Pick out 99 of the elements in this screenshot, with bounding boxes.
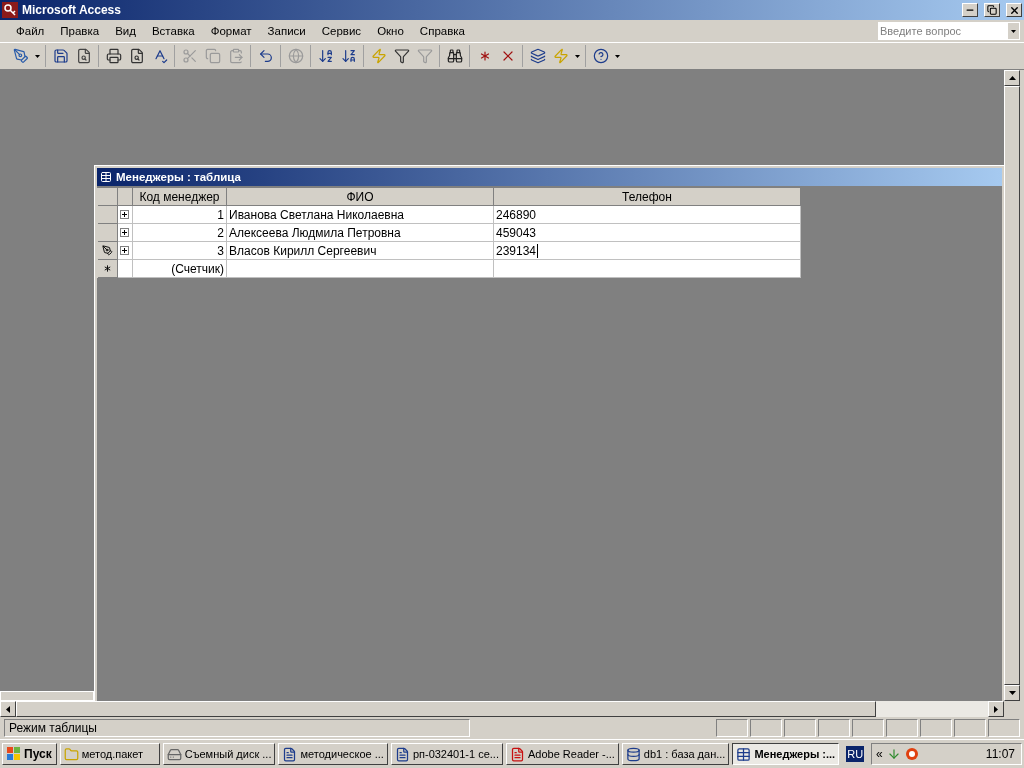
document-icon xyxy=(282,746,298,762)
window-title: Менеджеры : таблица xyxy=(116,171,241,183)
column-header[interactable]: ФИО xyxy=(227,188,494,206)
restore-button[interactable] xyxy=(984,3,1000,17)
dropdown-button[interactable] xyxy=(1008,22,1020,40)
table-cell: Алексеева Людмила Петровна xyxy=(227,224,494,242)
caret-icon xyxy=(614,54,620,58)
language-indicator[interactable]: RU xyxy=(846,746,865,762)
magnifier-icon xyxy=(128,48,145,64)
pen-icon xyxy=(12,48,29,64)
copy-icon xyxy=(204,48,221,64)
expand-icon[interactable] xyxy=(120,228,129,237)
document-icon xyxy=(509,746,525,762)
tray-expand-button[interactable]: « xyxy=(876,747,883,761)
undo-icon xyxy=(257,48,274,64)
column-header[interactable]: Телефон xyxy=(494,188,801,206)
table-cell: Власов Кирилл Сергеевич xyxy=(227,242,494,260)
taskbar-button[interactable]: методическое ... xyxy=(278,743,388,765)
table-icon xyxy=(100,171,112,183)
close-icon xyxy=(1008,4,1020,16)
start-button[interactable]: Пуск xyxy=(2,743,57,765)
menu-item[interactable]: Записи xyxy=(259,23,314,39)
status-pane xyxy=(818,719,850,737)
pencil-icon xyxy=(102,245,113,256)
right-arrow-icon xyxy=(994,705,998,713)
window-title: Microsoft Access xyxy=(22,3,122,17)
status-pane xyxy=(852,719,884,737)
table-icon xyxy=(736,746,752,762)
taskbar-button[interactable]: db1 : база дан... xyxy=(621,743,730,765)
table-cell: 1 xyxy=(133,206,227,224)
expand-icon[interactable] xyxy=(120,210,129,219)
menu-item[interactable]: Вставка xyxy=(143,23,203,39)
database-icon xyxy=(625,746,641,762)
menu-item[interactable]: Справка xyxy=(411,23,473,39)
taskbar-button[interactable]: Съемный диск ... xyxy=(162,743,276,765)
status-pane xyxy=(716,719,748,737)
cell-text: 239134 xyxy=(496,243,537,258)
column-header[interactable]: Код менеджер xyxy=(133,188,227,206)
key-icon xyxy=(2,2,18,18)
menu-item[interactable]: Сервис xyxy=(313,23,370,39)
left-arrow-icon xyxy=(6,705,10,713)
horizontal-scrollbar[interactable] xyxy=(0,701,1004,717)
table-cell: (Счетчик) xyxy=(133,260,227,278)
status-pane xyxy=(886,719,918,737)
minimize-button[interactable] xyxy=(962,3,978,17)
globe-icon xyxy=(287,48,304,64)
status-text: Режим таблицы xyxy=(4,719,470,737)
menu-item[interactable]: Формат xyxy=(202,23,260,39)
status-pane xyxy=(954,719,986,737)
menu-item[interactable]: Вид xyxy=(107,23,144,39)
caret-icon xyxy=(34,54,40,58)
scissors-icon xyxy=(181,48,198,64)
floppy-icon xyxy=(52,48,69,64)
table-cell: 246890 xyxy=(494,206,801,224)
status-pane xyxy=(988,719,1020,737)
row-selector[interactable] xyxy=(98,242,118,260)
expand-icon[interactable] xyxy=(120,246,129,255)
table-cell: 3 xyxy=(133,242,227,260)
text-cursor xyxy=(537,243,539,258)
table-cell: 2 xyxy=(133,224,227,242)
caret-icon xyxy=(574,54,580,58)
down-arrow-icon xyxy=(1008,691,1016,695)
drive-icon xyxy=(166,746,182,762)
asterisk-icon xyxy=(102,263,113,274)
vertical-scrollbar[interactable] xyxy=(1004,70,1020,701)
caret-icon xyxy=(1011,29,1016,33)
search-field[interactable]: Введите вопрос xyxy=(878,22,1008,40)
clipboard-icon xyxy=(227,48,244,64)
sort-ascending-icon xyxy=(317,48,334,64)
menu-item[interactable]: Файл xyxy=(8,23,53,39)
menu-item[interactable]: Окно xyxy=(369,23,412,39)
status-pane xyxy=(784,719,816,737)
help-icon xyxy=(592,48,609,64)
network-icon[interactable] xyxy=(886,747,901,761)
lightning-icon xyxy=(552,48,569,64)
up-arrow-icon xyxy=(1008,76,1016,80)
filter-icon xyxy=(393,48,410,64)
taskbar-button[interactable]: рп-032401-1 се... xyxy=(390,743,503,765)
restore-icon xyxy=(987,5,997,15)
target-icon[interactable] xyxy=(904,747,919,761)
sort-descending-icon xyxy=(340,48,357,64)
table-cell: Иванова Светлана Николаевна xyxy=(227,206,494,224)
windows-logo-icon xyxy=(7,747,21,761)
taskbar-button[interactable]: Adobe Reader -... xyxy=(505,743,619,765)
status-pane xyxy=(750,719,782,737)
menu-item[interactable]: Правка xyxy=(52,23,108,39)
document-search-icon xyxy=(75,48,92,64)
printer-icon xyxy=(105,48,122,64)
status-pane xyxy=(920,719,952,737)
clock: 11:07 xyxy=(985,747,1015,761)
folder-icon xyxy=(63,746,79,762)
row-selector[interactable] xyxy=(98,260,118,278)
taskbar-button[interactable]: Менеджеры :... xyxy=(732,743,840,765)
binoculars-icon xyxy=(446,48,463,64)
taskbar-button[interactable]: метод.пакет xyxy=(59,743,160,765)
filter-icon xyxy=(416,48,433,64)
document-icon xyxy=(394,746,410,762)
close-button[interactable] xyxy=(1006,3,1022,17)
table-cell: 459043 xyxy=(494,224,801,242)
